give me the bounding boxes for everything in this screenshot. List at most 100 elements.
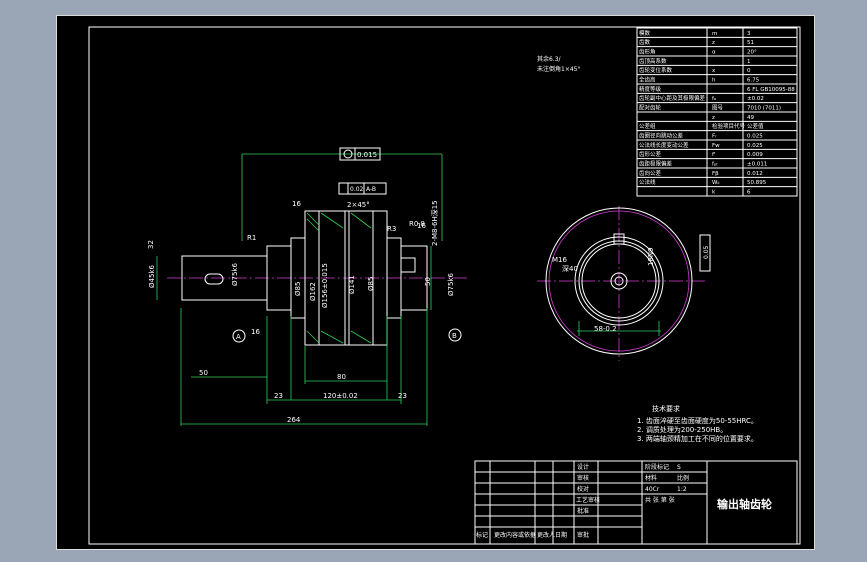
svg-text:比例: 比例 (677, 474, 689, 482)
svg-text:16: 16 (251, 328, 260, 336)
param-name-16: 公法线 (639, 178, 656, 186)
svg-text:R3: R3 (387, 225, 396, 233)
svg-text:Ø141: Ø141 (348, 275, 356, 294)
parallel-tolerance-box: 0.02 A-B (338, 182, 387, 195)
svg-text:阶段标记: 阶段标记 (645, 463, 669, 471)
params-table: 模数 m 3 齿数 z 51 齿形角 α 20° 齿顶高系数 1 齿轮变位系数 x 0 全齿高 h 6.75 精度… (636, 27, 798, 197)
param-val-6: 6 FL GB10095-88 (747, 87, 795, 93)
param-val-9: 49 (747, 115, 754, 121)
param-sym-11: Fᵣ (712, 134, 717, 140)
svg-text:23: 23 (274, 392, 283, 400)
param-sym-12: Fw (712, 143, 720, 149)
svg-text:批准: 批准 (577, 507, 589, 515)
title-block: 设计 审核 校对 工艺审核 批准 阶段标记 S 材料 比例 40Cr 1:2 共… (474, 460, 798, 545)
param-sym-8: 图号 (712, 104, 724, 112)
svg-text:16: 16 (292, 200, 301, 208)
param-name-6: 精度等级 (639, 85, 662, 93)
dimension-texts: Ø45k6 Ø75k6 Ø85 Ø162 Ø156±0.015 Ø141 Ø85… (147, 200, 455, 424)
param-sym-17: k (712, 190, 716, 196)
param-val-7: ±0.02 (747, 96, 764, 102)
side-deep: 深40 (562, 264, 578, 273)
svg-text:工艺审核: 工艺审核 (576, 496, 600, 504)
side-key: 18N9 (647, 247, 655, 266)
param-sym-1: z (712, 40, 715, 46)
param-name-0: 模数 (639, 29, 651, 37)
svg-text:50: 50 (424, 277, 432, 286)
param-val-3: 1 (747, 59, 751, 65)
svg-text:S: S (677, 464, 681, 471)
param-sym-7: fₐ (712, 96, 716, 102)
param-val-16: 50.895 (747, 180, 767, 186)
drawing-canvas: 模数 m 3 齿数 z 51 齿形角 α 20° 齿顶高系数 1 齿轮变位系数 x 0 全齿高 h 6.75 精度… (56, 15, 815, 550)
param-sym-0: m (712, 31, 717, 37)
svg-text:Ø75k6: Ø75k6 (231, 263, 239, 286)
svg-text:Ø85: Ø85 (367, 277, 375, 291)
param-val-0: 3 (747, 31, 751, 37)
param-sym-2: α (712, 50, 716, 56)
svg-text:40Cr: 40Cr (645, 486, 660, 493)
svg-text:120±0.02: 120±0.02 (323, 392, 358, 400)
svg-text:标记: 标记 (476, 531, 488, 539)
svg-text:更改人: 更改人 (537, 531, 555, 539)
param-name-1: 齿数 (639, 38, 651, 46)
chamfer-note: 未注倒角1×45° (537, 65, 580, 73)
runout-value: 0.015 (357, 151, 377, 159)
svg-text:2-M8-6H深15: 2-M8-6H深15 (430, 200, 439, 246)
svg-text:共 张 第 张: 共 张 第 张 (645, 496, 675, 504)
cad-drawing: 模数 m 3 齿数 z 51 齿形角 α 20° 齿顶高系数 1 齿轮变位系数 x 0 全齿高 h 6.75 精度… (88, 26, 801, 545)
svg-text:Ø85: Ø85 (294, 282, 302, 296)
shaft-front-view (167, 210, 467, 346)
param-name-2: 齿形角 (639, 48, 656, 56)
param-name-3: 齿顶高系数 (639, 57, 667, 65)
param-val-1: 51 (747, 40, 754, 46)
svg-text:技术要求: 技术要求 (652, 404, 680, 413)
param-name-10: 公差组 (639, 122, 656, 130)
param-name-11: 齿圈径向跳动公差 (639, 132, 684, 140)
param-name-14: 齿距极限偏差 (639, 160, 673, 168)
param-name-15: 齿向公差 (639, 169, 662, 177)
param-sym-10: 检验项目代号 (712, 122, 746, 130)
param-sym-13: fᶠ (712, 151, 716, 158)
svg-text:Ø45k6: Ø45k6 (148, 265, 156, 288)
svg-text:审批: 审批 (577, 531, 589, 539)
param-val-13: 0.009 (747, 152, 763, 158)
param-val-17: 6 (747, 190, 751, 196)
svg-text:日期: 日期 (555, 531, 567, 539)
side-view: 58-0.2 M16 深40 18N9 0.05 (537, 206, 711, 361)
svg-text:2×45°: 2×45° (347, 201, 370, 209)
svg-text:Ø162: Ø162 (309, 282, 317, 301)
param-val-14: ±0.011 (747, 162, 767, 168)
param-val-5: 6.75 (747, 78, 760, 84)
svg-text:B: B (452, 332, 457, 340)
svg-text:23: 23 (398, 392, 407, 400)
svg-text:A: A (236, 333, 241, 341)
svg-text:设计: 设计 (577, 463, 589, 471)
param-name-12: 公法线长度变动公差 (639, 141, 689, 149)
param-name-5: 全齿高 (639, 76, 656, 84)
svg-text:更改内容或依据: 更改内容或依据 (494, 531, 536, 539)
side-m16: M16 (552, 256, 567, 264)
roughness-note: 其余6.3/ (537, 55, 562, 63)
param-sym-4: x (712, 68, 716, 74)
svg-text:3. 两端轴颈精加工在不同的位置要求。: 3. 两端轴颈精加工在不同的位置要求。 (637, 434, 758, 443)
param-name-8: 配对齿轮 (639, 104, 662, 112)
svg-text:校对: 校对 (577, 485, 589, 493)
param-sym-14: fₚₜ (712, 162, 718, 168)
param-name-7: 齿轮副中心距及其极限偏差 (639, 94, 706, 102)
param-val-15: 0.012 (747, 171, 763, 177)
svg-text:R1: R1 (247, 234, 256, 242)
datum-a-marker: A (232, 329, 246, 343)
svg-text:50: 50 (199, 369, 208, 377)
param-val-2: 20° (747, 50, 757, 56)
param-val-12: 0.025 (747, 143, 763, 149)
svg-text:32: 32 (147, 240, 155, 249)
param-val-8: 7010 (7011) (747, 106, 781, 112)
side-58-dim: 58-0.2 (594, 325, 617, 333)
svg-text:Ø75k6: Ø75k6 (447, 273, 455, 296)
technical-requirements: 技术要求 1. 齿面淬硬至齿面硬度为50-55HRC。 2. 调质处理为200-… (637, 404, 758, 443)
svg-text:1. 齿面淬硬至齿面硬度为50-55HRC。: 1. 齿面淬硬至齿面硬度为50-55HRC。 (637, 416, 758, 425)
svg-text:16: 16 (417, 222, 426, 230)
svg-text:264: 264 (287, 416, 301, 424)
param-val-4: 0 (747, 68, 751, 74)
param-sym-15: Fβ (712, 171, 719, 177)
